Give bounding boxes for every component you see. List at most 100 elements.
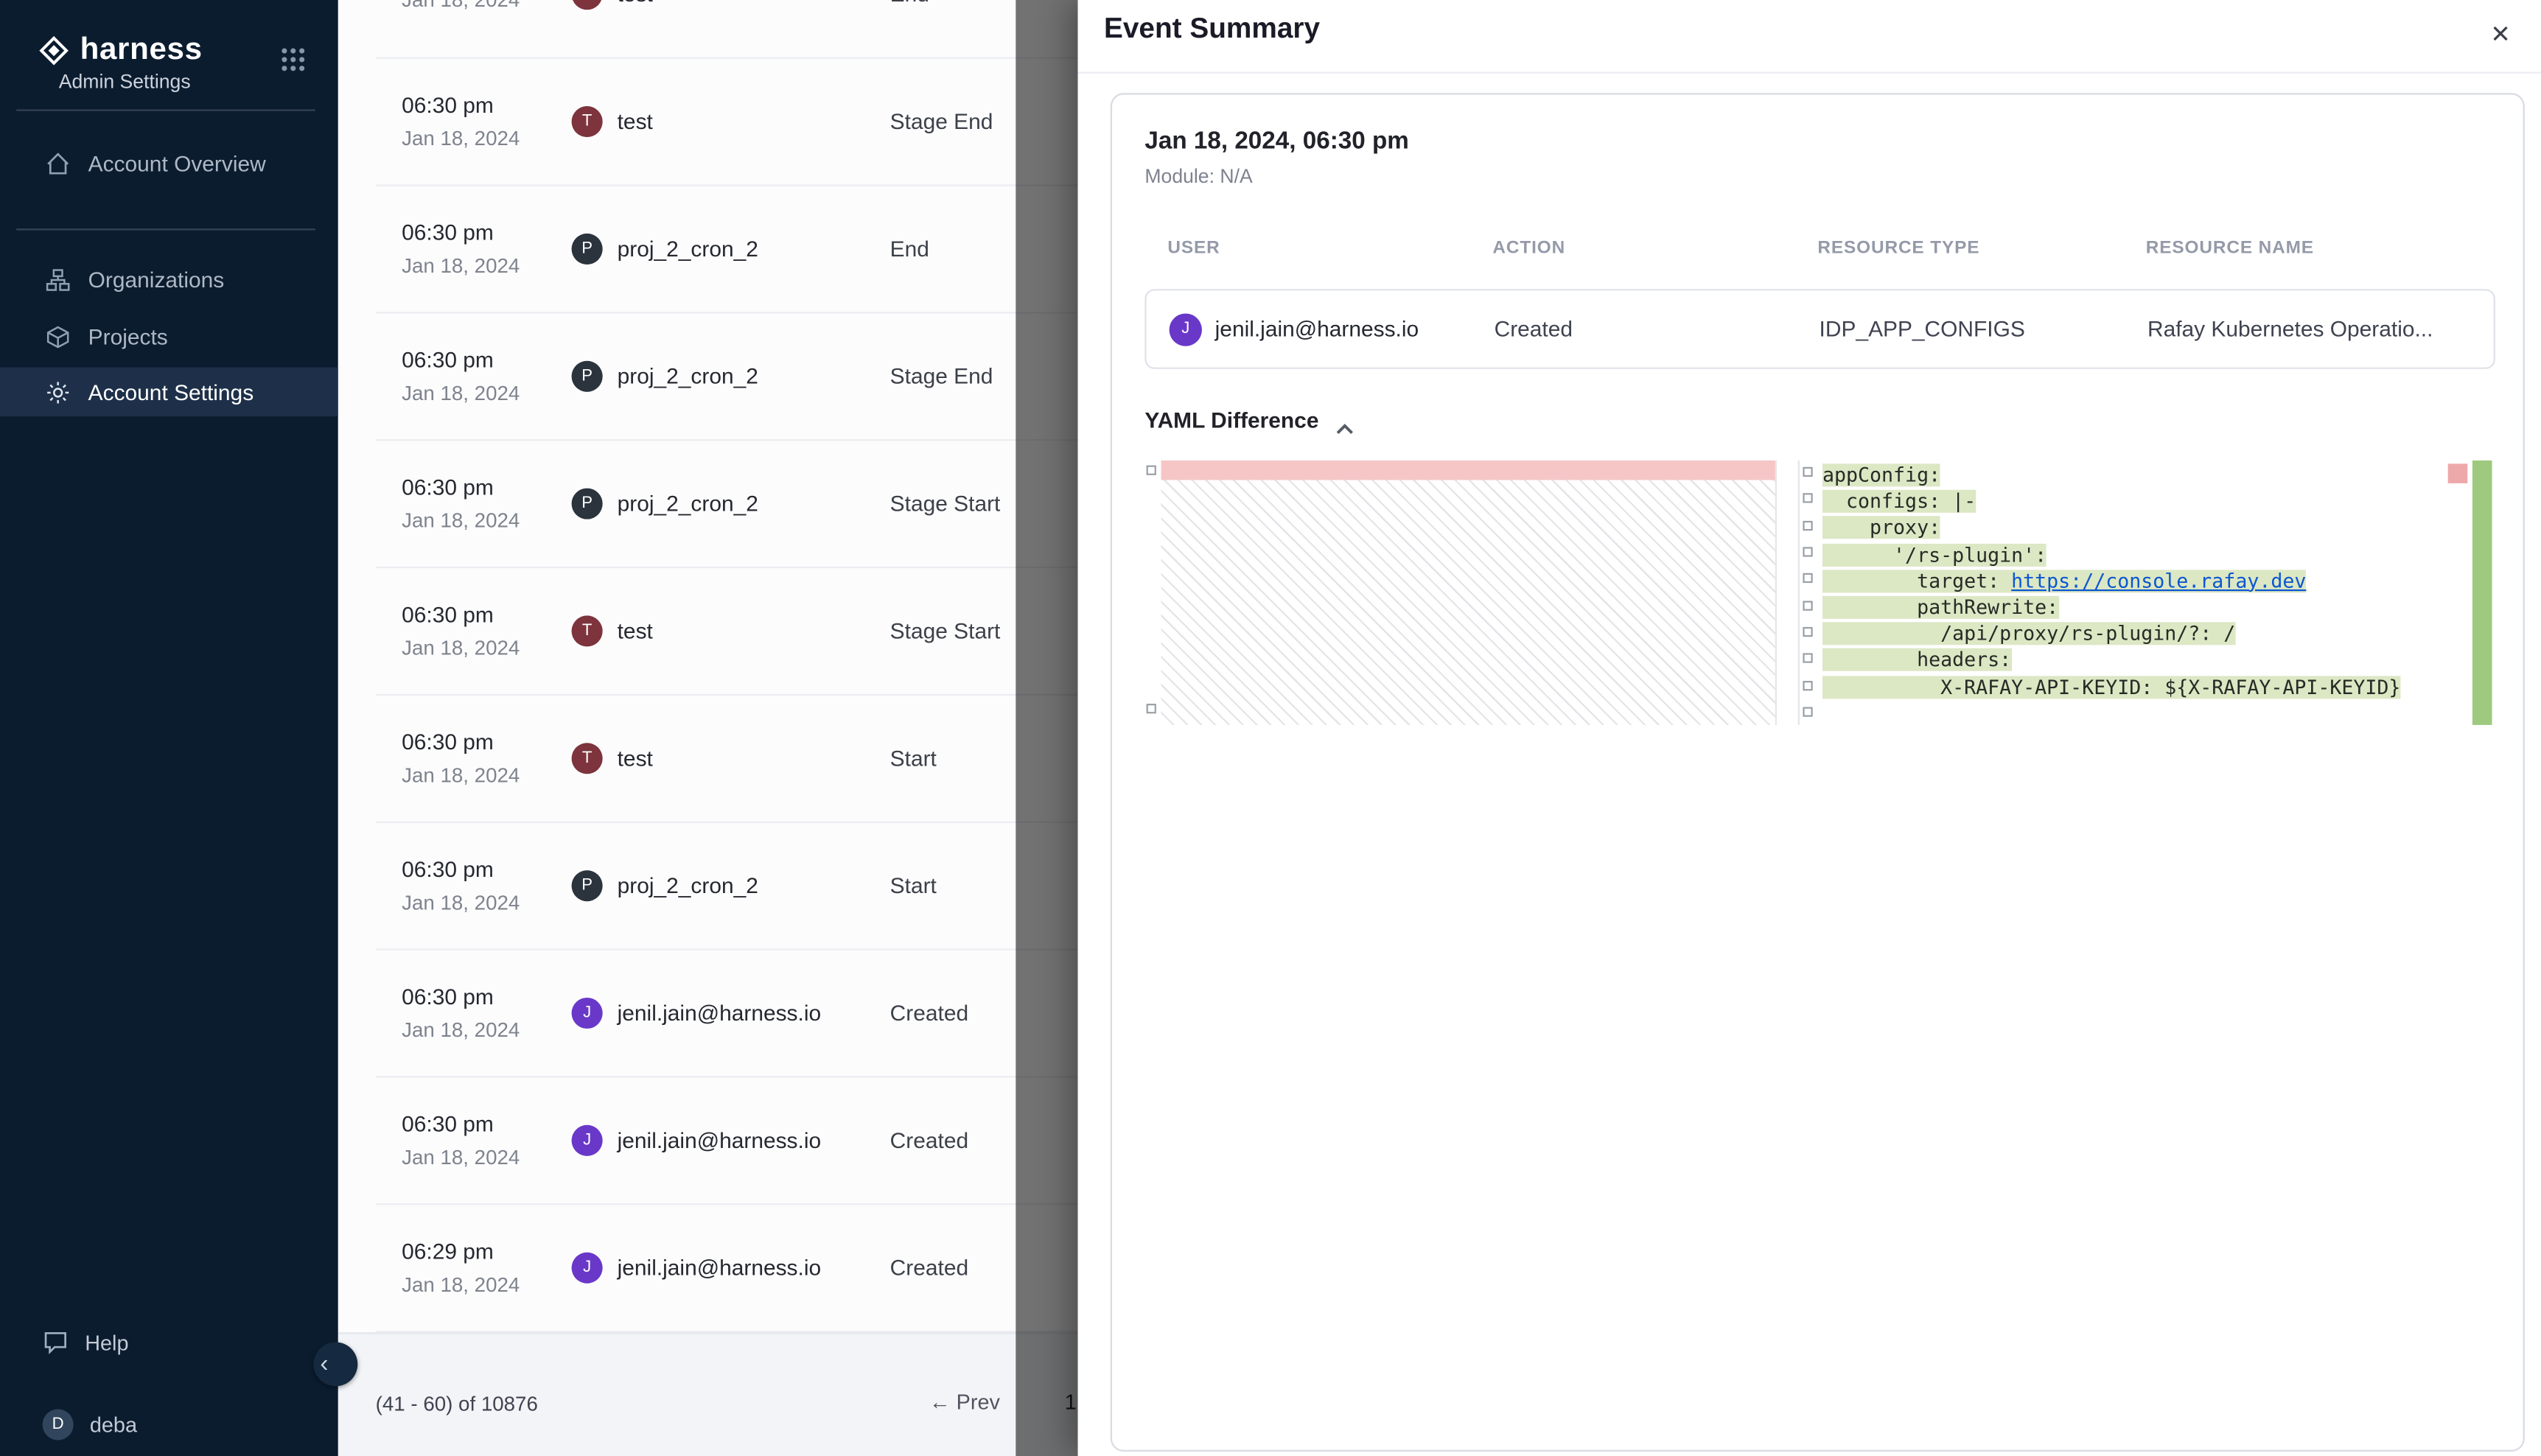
code-line: pathRewrite:	[1822, 594, 2400, 620]
yaml-code-block: appConfig: configs: |- proxy: '/rs-plugi…	[1822, 462, 2400, 700]
row-date: Jan 18, 2024	[402, 509, 571, 532]
row-time: 06:30 pm	[402, 984, 571, 1009]
app-switcher-icon[interactable]	[279, 47, 305, 73]
app: harness Admin Settings Account Overview …	[0, 0, 2541, 1456]
row-time: 06:30 pm	[402, 348, 571, 372]
row-avatar: P	[572, 870, 603, 901]
yaml-diff-viewer: appConfig: configs: |- proxy: '/rs-plugi…	[1144, 461, 2495, 725]
fold-marker-icon[interactable]	[1803, 707, 1812, 717]
event-module: Module: N/A	[1144, 165, 1252, 188]
row-time: 06:29 pm	[402, 1239, 571, 1264]
row-date: Jan 18, 2024	[402, 127, 571, 150]
chevron-left-icon: ‹	[320, 1351, 328, 1379]
row-date: Jan 18, 2024	[402, 255, 571, 278]
fold-marker-icon[interactable]	[1803, 681, 1812, 690]
row-time: 06:30 pm	[402, 475, 571, 500]
row-action: End	[890, 0, 929, 7]
minimap-insertion-bar[interactable]	[2472, 461, 2492, 725]
organizations-icon	[46, 267, 70, 291]
brand-logo[interactable]: harness	[39, 32, 203, 69]
row-action: End	[890, 237, 929, 261]
drawer-header: Event Summary ✕	[1078, 0, 2541, 74]
fold-marker-icon[interactable]	[1147, 704, 1156, 713]
sidebar-item-account-overview[interactable]: Account Overview	[0, 139, 338, 187]
sidebar-divider	[16, 228, 315, 230]
row-user-name: jenil.jain@harness.io	[618, 1256, 822, 1280]
row-user-name: test	[618, 619, 653, 643]
header-resource-name: RESOURCE NAME	[2146, 239, 2491, 259]
event-summary-panel: Event Summary ✕ Jan 18, 2024, 06:30 pm M…	[1078, 0, 2541, 1456]
fold-marker-icon[interactable]	[1803, 493, 1812, 503]
detail-avatar: J	[1170, 312, 1202, 345]
yaml-difference-toggle[interactable]: YAML Difference	[1144, 408, 1353, 433]
code-line: /api/proxy/rs-plugin/?: /	[1822, 620, 2400, 647]
row-user-name: proj_2_cron_2	[618, 237, 758, 261]
admin-settings-label: Admin Settings	[59, 70, 191, 93]
event-datetime: Jan 18, 2024, 06:30 pm	[1144, 127, 1408, 155]
help-button[interactable]: Help	[0, 1319, 338, 1365]
row-action: Created	[890, 1128, 968, 1152]
fold-marker-icon[interactable]	[1803, 521, 1812, 531]
sidebar-item-account-settings[interactable]: Account Settings	[0, 368, 338, 416]
fold-marker-icon[interactable]	[1803, 601, 1812, 610]
drawer-title: Event Summary	[1104, 12, 1320, 46]
home-icon	[46, 151, 70, 175]
fold-marker-icon[interactable]	[1803, 573, 1812, 583]
row-time: 06:30 pm	[402, 857, 571, 881]
row-avatar: P	[572, 234, 603, 265]
minimap-deletion-marker	[2448, 463, 2468, 483]
modal-backdrop[interactable]	[1016, 0, 1077, 1456]
code-line: configs: |-	[1822, 489, 2400, 515]
detail-resource-name: Rafay Kubernetes Operatio...	[2147, 317, 2494, 341]
row-avatar: P	[572, 361, 603, 392]
row-action: Stage End	[890, 364, 993, 388]
code-line: appConfig:	[1822, 462, 2400, 489]
row-action: Start	[890, 746, 937, 771]
code-link[interactable]: https://console.rafay.dev	[2011, 570, 2306, 592]
detail-action: Created	[1495, 317, 1820, 341]
row-date: Jan 18, 2024	[402, 1273, 571, 1296]
row-time: 06:30 pm	[402, 730, 571, 755]
row-user-name: proj_2_cron_2	[618, 874, 758, 898]
row-time: 06:30 pm	[402, 603, 571, 627]
row-time: 06:30 pm	[402, 93, 571, 117]
close-icon: ✕	[2490, 21, 2511, 49]
sidebar-item-label: Organizations	[88, 267, 225, 291]
sidebar-item-projects[interactable]: Projects	[0, 312, 338, 360]
code-line: '/rs-plugin':	[1822, 542, 2400, 568]
fold-marker-icon[interactable]	[1803, 547, 1812, 556]
diff-right-pane: appConfig: configs: |- proxy: '/rs-plugi…	[1798, 461, 2495, 725]
fold-marker-icon[interactable]	[1147, 466, 1156, 475]
harness-logo-icon	[39, 36, 69, 66]
row-avatar: J	[572, 1125, 603, 1156]
code-line: X-RAFAY-API-KEYID: ${X-RAFAY-API-KEYID}	[1822, 673, 2400, 700]
header-resource-type: RESOURCE TYPE	[1817, 239, 2145, 259]
fold-marker-icon[interactable]	[1803, 627, 1812, 637]
brand-text: harness	[80, 32, 203, 69]
detail-user: jenil.jain@harness.io	[1215, 317, 1419, 341]
row-date: Jan 18, 2024	[402, 382, 571, 405]
pagination-range: (41 - 60) of 10876	[376, 1393, 538, 1415]
chevron-up-icon	[1335, 414, 1353, 427]
prev-button[interactable]: ← Prev	[913, 1379, 1016, 1424]
user-menu[interactable]: D deba	[0, 1401, 338, 1446]
sidebar-item-label: Account Overview	[88, 151, 266, 175]
header-user: USER	[1167, 239, 1492, 259]
row-avatar: T	[572, 615, 603, 646]
fold-marker-icon[interactable]	[1803, 653, 1812, 662]
diff-left-pane	[1144, 461, 1777, 725]
row-date: Jan 18, 2024	[402, 0, 571, 10]
sidebar-item-organizations[interactable]: Organizations	[0, 255, 338, 304]
detail-table-row: J jenil.jain@harness.io Created IDP_APP_…	[1144, 289, 2495, 369]
row-avatar: T	[572, 0, 603, 10]
code-line: target: https://console.rafay.dev	[1822, 568, 2400, 595]
row-time: 06:30 pm	[402, 1112, 571, 1136]
close-button[interactable]: ✕	[2481, 15, 2520, 54]
fold-marker-icon[interactable]	[1803, 467, 1812, 477]
row-date: Jan 18, 2024	[402, 1019, 571, 1042]
row-user-name: jenil.jain@harness.io	[618, 1001, 822, 1025]
row-action: Stage Start	[890, 619, 1001, 643]
help-label: Help	[85, 1330, 128, 1354]
collapse-sidebar-button[interactable]: ‹	[313, 1343, 357, 1387]
row-action: Created	[890, 1256, 968, 1280]
